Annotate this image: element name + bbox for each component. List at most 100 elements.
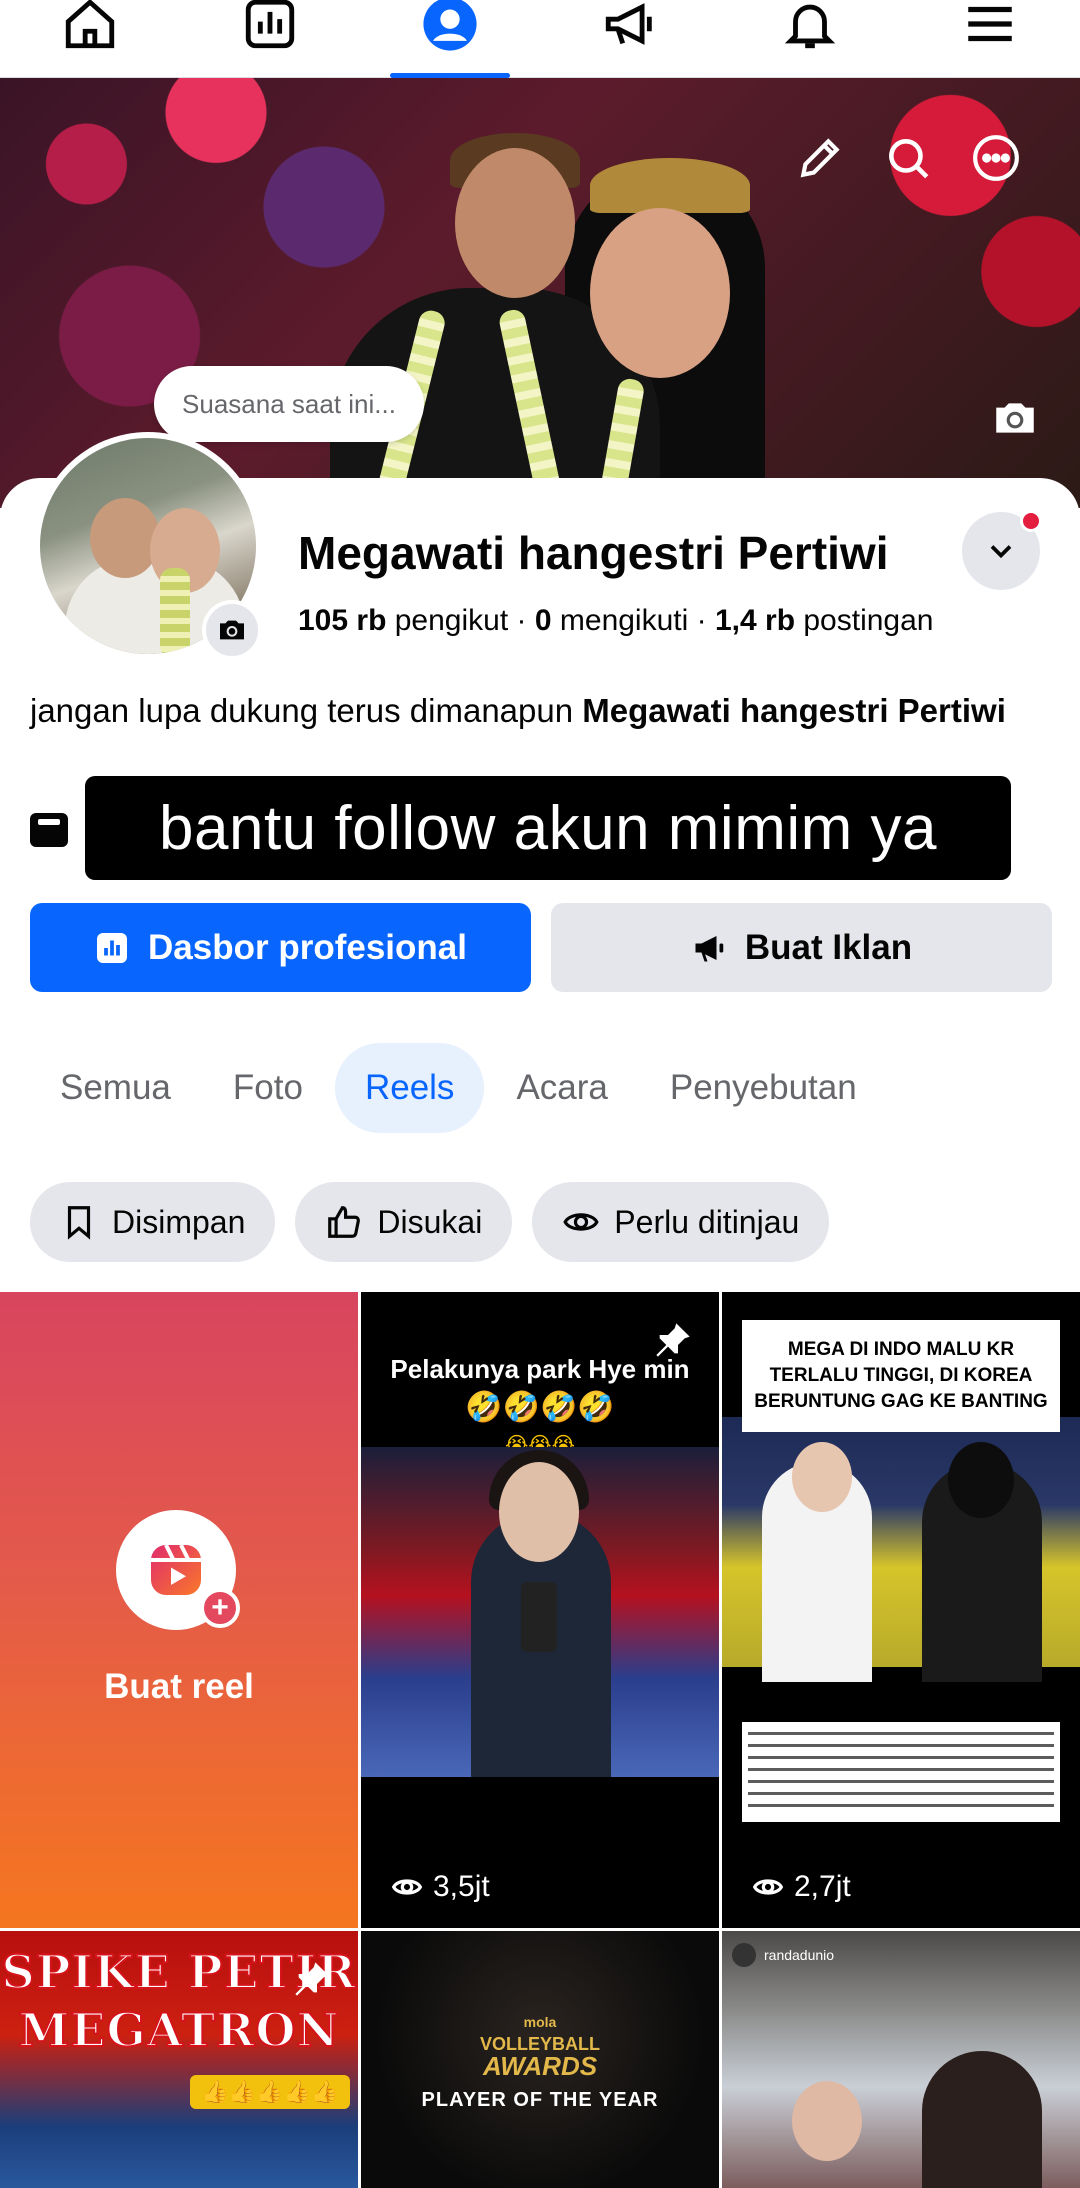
create-ad-button[interactable]: Buat Iklan: [551, 903, 1052, 992]
filter-saved-label: Disimpan: [112, 1203, 246, 1240]
more-options-button[interactable]: [968, 130, 1024, 186]
reel-microphone: [521, 1582, 557, 1652]
reel-emoji-strip: 👍👍👍👍👍: [190, 2075, 350, 2109]
reels-icon: [151, 1544, 201, 1595]
posts-count: 1,4 rb: [714, 604, 796, 637]
followers-label[interactable]: pengikut: [395, 604, 508, 637]
eye-icon: [391, 1879, 423, 1895]
author-avatar: [732, 1943, 756, 1967]
reel-face: [948, 1442, 1014, 1518]
edit-cover-button[interactable]: [792, 130, 848, 186]
professional-dashboard-button[interactable]: Dasbor profesional: [30, 903, 531, 992]
reel-thumbnail[interactable]: randadunio: [722, 1931, 1080, 2188]
reel-thumbnail[interactable]: MEGA DI INDO MALU KR TERLALU TINGGI, DI …: [722, 1292, 1080, 1928]
reel-face: [499, 1462, 579, 1562]
create-reel-label: Buat reel: [104, 1667, 254, 1706]
reel-author: randadunio: [732, 1943, 834, 1967]
megaphone-icon: [695, 935, 724, 961]
menu-icon: [968, 6, 1012, 41]
reel-thumbnail[interactable]: Pelakunya park Hye min 🤣🤣🤣🤣 😭😭😭 3,5jt: [361, 1292, 719, 1928]
tab-reels[interactable]: Reels: [334, 1043, 485, 1133]
search-profile-button[interactable]: [880, 130, 936, 186]
bio-name[interactable]: Megawati hangestri Pertiwi: [582, 692, 1006, 729]
avatar-face: [90, 498, 160, 578]
nav-profile[interactable]: [390, 0, 510, 78]
home-icon: [65, 0, 115, 48]
tab-foto[interactable]: Foto: [203, 1043, 333, 1133]
profile-stats: 105 rb pengikut · 0 mengikuti · 1,4 rb p…: [298, 604, 933, 638]
search-icon: [889, 139, 929, 179]
profile-bio: jangan lupa dukung terus dimanapun Megaw…: [30, 690, 1040, 732]
cover-face-man: [455, 148, 575, 298]
reel-views: 2,7jt: [752, 1870, 851, 1904]
reel-author-name: randadunio: [764, 1947, 835, 1963]
overlay-caption: bantu follow akun mimim ya: [85, 776, 1011, 880]
pin-icon: [1017, 1323, 1051, 1357]
reel-caption: MEGA DI INDO MALU KR TERLALU TINGGI, DI …: [742, 1320, 1060, 1432]
dashboard-icon: [245, 0, 295, 48]
reels-grid: + Buat reel Pelakunya park Hye min 🤣🤣🤣🤣 😭…: [0, 1292, 1080, 2188]
tab-acara[interactable]: Acara: [486, 1043, 637, 1133]
plus-icon: +: [200, 1588, 240, 1628]
create-ad-label: Buat Iklan: [744, 927, 913, 967]
nav-home[interactable]: [40, 0, 140, 78]
nav-dashboard[interactable]: [220, 0, 320, 78]
megaphone-icon: [605, 2, 652, 45]
change-cover-button[interactable]: [987, 390, 1043, 446]
eye-icon: [752, 1879, 784, 1895]
reel-views-count: 3,5jt: [433, 1870, 490, 1903]
content-tabs: Semua Foto Reels Acara Penyebutan: [30, 1043, 889, 1133]
tab-semua[interactable]: Semua: [30, 1043, 201, 1133]
create-reel-tile[interactable]: + Buat reel: [0, 1292, 358, 1928]
stats-separator: ·: [696, 604, 707, 637]
camera-icon: [996, 403, 1034, 433]
tab-penyebutan[interactable]: Penyebutan: [640, 1043, 887, 1133]
more-icon: [973, 135, 1019, 181]
bell-icon: [784, 4, 836, 48]
reel-emoji: 👍👍👍👍👍: [201, 2079, 339, 2104]
following-count[interactable]: 0: [535, 604, 552, 637]
reel-thumbnail[interactable]: SPIKE PETIR MEGATRON 👍👍👍👍👍: [0, 1931, 358, 2188]
edit-icon: [800, 138, 840, 178]
awards-logo-small: mola: [523, 2014, 557, 2030]
bookmark-icon: [67, 1206, 91, 1240]
nav-menu[interactable]: [940, 0, 1040, 78]
avatar-garland: [160, 568, 190, 654]
dashboard-icon: [97, 932, 128, 963]
filter-liked[interactable]: Disukai: [295, 1182, 513, 1262]
mood-status-bubble[interactable]: Suasana saat ini...: [154, 366, 424, 442]
cover-face-woman: [590, 208, 730, 378]
filter-needs-review[interactable]: Perlu ditinjau: [532, 1182, 830, 1262]
change-avatar-button[interactable]: [202, 600, 262, 660]
reel-face: [792, 2081, 862, 2161]
awards-subtitle: PLAYER OF THE YEAR: [421, 2089, 659, 2111]
reel-views-count: 2,7jt: [794, 1870, 851, 1903]
filter-saved[interactable]: Disimpan: [30, 1182, 276, 1262]
followers-count[interactable]: 105 rb: [298, 604, 386, 637]
reel-title: MEGATRON: [17, 2002, 340, 2058]
stats-separator: ·: [516, 604, 527, 637]
awards-logo: mola VOLLEYBALL AWARDS: [361, 2011, 719, 2079]
nav-ads[interactable]: [580, 0, 680, 78]
filter-liked-label: Disukai: [377, 1203, 483, 1240]
cover-crown: [590, 158, 750, 213]
nav-notifications[interactable]: [760, 0, 860, 78]
reel-thumbnail[interactable]: mola VOLLEYBALL AWARDS PLAYER OF THE YEA…: [361, 1931, 719, 2188]
clapperboard-icon: [30, 813, 68, 847]
thumbs-up-icon: [328, 1206, 361, 1238]
reel-views: 3,5jt: [391, 1870, 490, 1904]
posts-label: postingan: [803, 604, 934, 637]
reel-person: [922, 2051, 1042, 2188]
following-label[interactable]: mengikuti: [560, 604, 688, 637]
reel-text-block: [742, 1722, 1060, 1822]
bio-text: jangan lupa dukung terus dimanapun: [30, 692, 574, 729]
top-navigation-bar: [0, 0, 1080, 78]
professional-dashboard-label: Dasbor profesional: [148, 927, 467, 967]
reel-face: [792, 1442, 852, 1512]
pin-icon: [656, 1323, 690, 1357]
filter-needs-review-label: Perlu ditinjau: [614, 1203, 800, 1240]
notification-dot: [1020, 510, 1042, 532]
profile-name: Megawati hangestri Pertiwi: [298, 527, 889, 579]
camera-icon: [220, 620, 244, 640]
reel-caption-emoji-line: 🤣🤣🤣🤣: [465, 1391, 615, 1424]
